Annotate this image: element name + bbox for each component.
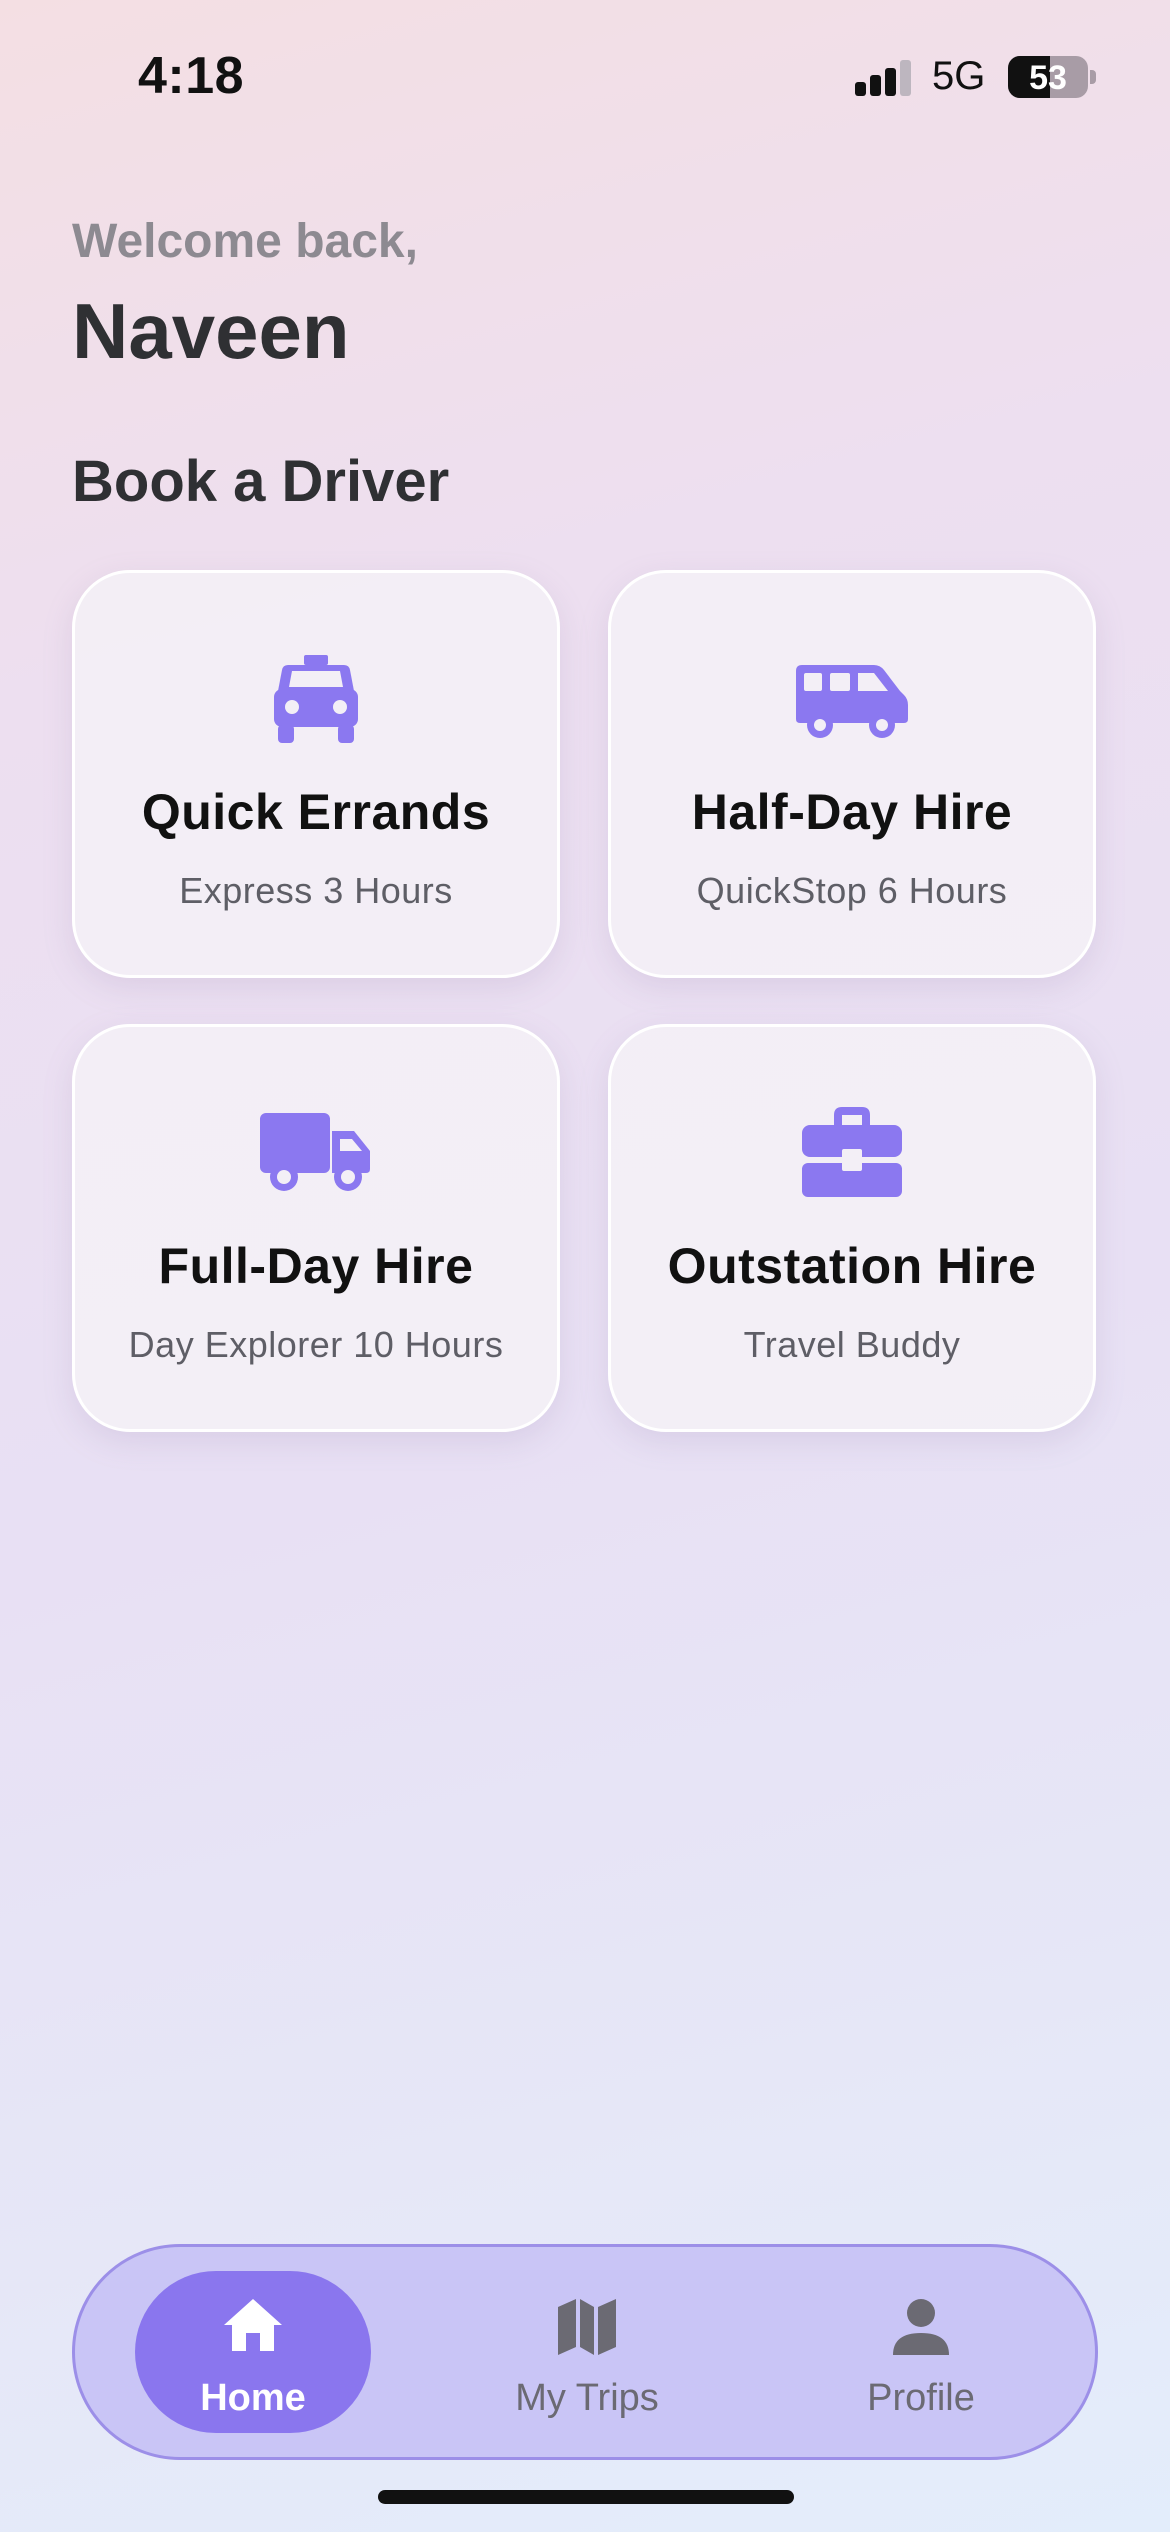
section-title: Book a Driver xyxy=(72,449,450,514)
battery-icon: 53 xyxy=(1008,56,1088,98)
status-bar: 4:18 5G 53 xyxy=(0,0,1170,150)
nav-item-home[interactable]: Home xyxy=(135,2271,371,2433)
nav-label: My Trips xyxy=(515,2377,659,2419)
service-subtitle: Day Explorer 10 Hours xyxy=(128,1324,504,1365)
service-subtitle: QuickStop 6 Hours xyxy=(696,870,1008,911)
service-subtitle: Travel Buddy xyxy=(743,1324,961,1365)
nav-label: Home xyxy=(200,2377,306,2419)
service-title: Quick Errands xyxy=(141,784,491,840)
battery-cap xyxy=(1090,70,1096,84)
nav-item-profile[interactable]: Profile xyxy=(803,2271,1039,2433)
home-icon xyxy=(135,2297,371,2361)
service-card-half-day-hire[interactable]: Half-Day Hire QuickStop 6 Hours xyxy=(608,570,1096,978)
service-card-quick-errands[interactable]: Quick Errands Express 3 Hours xyxy=(72,570,560,978)
service-subtitle: Express 3 Hours xyxy=(179,870,453,911)
nav-item-my-trips[interactable]: My Trips xyxy=(469,2271,705,2433)
service-card-full-day-hire[interactable]: Full-Day Hire Day Explorer 10 Hours xyxy=(72,1024,560,1432)
service-title: Full-Day Hire xyxy=(158,1238,474,1294)
service-card-outstation-hire[interactable]: Outstation Hire Travel Buddy xyxy=(608,1024,1096,1432)
van-icon xyxy=(611,651,1093,751)
truck-icon xyxy=(75,1105,557,1205)
home-indicator xyxy=(378,2490,794,2504)
bottom-navigation: Home My Trips Profile xyxy=(72,2244,1098,2460)
map-icon xyxy=(469,2297,705,2361)
signal-strength-icon xyxy=(855,60,915,96)
status-time: 4:18 xyxy=(138,47,245,105)
briefcase-icon xyxy=(611,1105,1093,1205)
user-name: Naveen xyxy=(72,287,350,375)
service-title: Outstation Hire xyxy=(667,1238,1037,1294)
taxi-icon xyxy=(75,651,557,751)
network-type: 5G xyxy=(932,54,986,98)
nav-label: Profile xyxy=(867,2377,975,2419)
battery-level: 53 xyxy=(1029,59,1067,97)
person-icon xyxy=(803,2297,1039,2361)
welcome-text: Welcome back, xyxy=(72,215,418,268)
service-title: Half-Day Hire xyxy=(691,784,1013,840)
